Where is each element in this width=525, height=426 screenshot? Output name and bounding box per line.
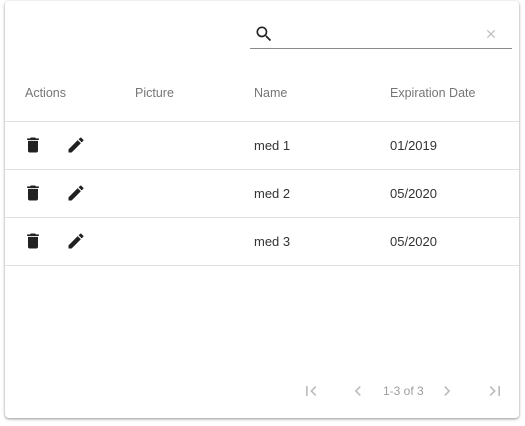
close-icon[interactable] bbox=[484, 27, 498, 41]
search-input[interactable] bbox=[280, 22, 476, 44]
row-name: med 3 bbox=[254, 234, 291, 249]
medications-table-card: Actions Picture Name Expiration Date med… bbox=[5, 1, 519, 418]
table-row: med 2 05/2020 bbox=[5, 170, 519, 218]
row-expiration-date: 05/2020 bbox=[390, 186, 437, 201]
next-page-icon[interactable] bbox=[437, 381, 457, 401]
delete-icon[interactable] bbox=[23, 135, 43, 155]
edit-icon[interactable] bbox=[66, 135, 86, 155]
table-row: med 1 01/2019 bbox=[5, 122, 519, 170]
row-expiration-date: 01/2019 bbox=[390, 138, 437, 153]
last-page-icon[interactable] bbox=[485, 381, 505, 401]
row-name: med 2 bbox=[254, 186, 291, 201]
header-expiration-date[interactable]: Expiration Date bbox=[390, 85, 475, 101]
row-expiration-date: 05/2020 bbox=[390, 234, 437, 249]
edit-icon[interactable] bbox=[66, 183, 86, 203]
table-row: med 3 05/2020 bbox=[5, 218, 519, 266]
first-page-icon[interactable] bbox=[301, 381, 321, 401]
previous-page-icon[interactable] bbox=[348, 381, 368, 401]
delete-icon[interactable] bbox=[23, 183, 43, 203]
header-actions: Actions bbox=[25, 86, 66, 100]
search-icon bbox=[256, 26, 272, 42]
row-name: med 1 bbox=[254, 138, 291, 153]
medications-table: Actions Picture Name Expiration Date med… bbox=[5, 64, 519, 266]
pagination: 1-3 of 3 bbox=[5, 377, 519, 405]
header-name[interactable]: Name bbox=[254, 85, 287, 101]
search-bar bbox=[250, 18, 512, 49]
page-range-label: 1-3 of 3 bbox=[383, 384, 424, 398]
table-header: Actions Picture Name Expiration Date bbox=[5, 64, 519, 122]
edit-icon[interactable] bbox=[66, 231, 86, 251]
header-picture[interactable]: Picture bbox=[135, 85, 174, 101]
delete-icon[interactable] bbox=[23, 231, 43, 251]
